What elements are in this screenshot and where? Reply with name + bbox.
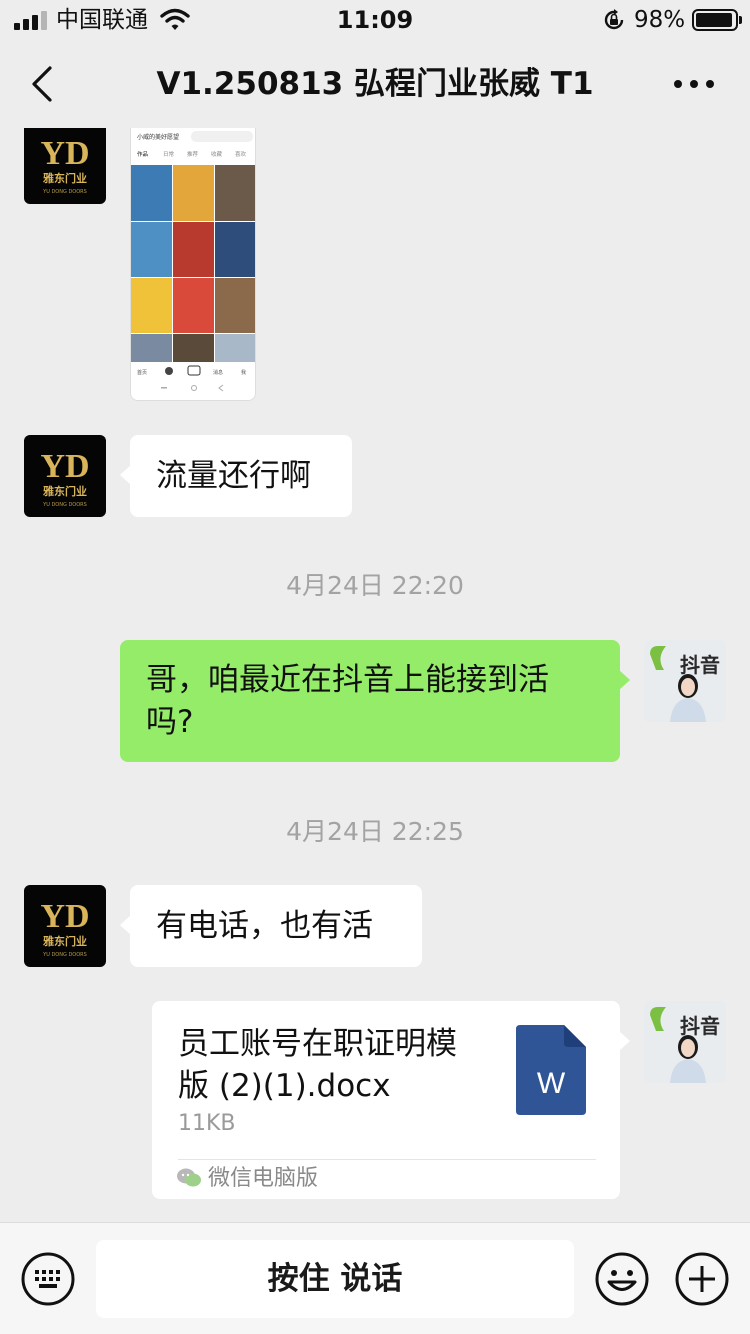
svg-text:YD: YD [40, 448, 89, 485]
hold-to-talk-button[interactable]: 按住 说话 [96, 1240, 574, 1318]
svg-text:雅东门业: 雅东门业 [43, 171, 87, 185]
avatar-image: 抖音 [644, 1001, 726, 1083]
divider [178, 1159, 596, 1160]
svg-text:作品: 作品 [137, 150, 149, 158]
svg-text:抖音: 抖音 [680, 1014, 720, 1038]
screenshot-thumbnail: 小威的美好愿望 作品 日常 推荐 收藏 喜欢 首页 消息 我 [131, 128, 255, 400]
message-bubble[interactable]: 有电话，也有活 [120, 885, 422, 967]
svg-text:推荐: 推荐 [187, 150, 199, 158]
status-bar: 中国联通 11:09 98% [0, 0, 750, 40]
svg-text:雅东门业: 雅东门业 [43, 934, 87, 948]
svg-text:雅东门业: 雅东门业 [43, 484, 87, 498]
svg-text:消息: 消息 [213, 369, 223, 376]
message-list[interactable]: YD 雅东门业 YU DONG DOORS 小威的美好愿望 作品 日常 推荐 收… [0, 128, 750, 1222]
contact-avatar[interactable]: YD 雅东门业 YU DONG DOORS [24, 435, 106, 517]
svg-text:YD: YD [40, 135, 89, 172]
emoji-icon[interactable] [594, 1251, 650, 1307]
svg-text:我: 我 [241, 369, 246, 376]
file-size: 11KB [178, 1111, 236, 1136]
message-text: 哥，咱最近在抖音上能接到活吗? [146, 662, 549, 740]
battery-icon [692, 9, 742, 31]
chevron-left-icon[interactable] [20, 62, 64, 106]
word-document-icon: W [516, 1025, 586, 1115]
message-bubble[interactable]: 哥，咱最近在抖音上能接到活吗? [120, 640, 630, 762]
contact-avatar[interactable]: YD 雅东门业 YU DONG DOORS [24, 885, 106, 967]
avatar-image: 抖音 [644, 640, 726, 722]
svg-text:日常: 日常 [163, 150, 175, 158]
contact-avatar[interactable]: YD 雅东门业 YU DONG DOORS [24, 128, 106, 204]
svg-text:收藏: 收藏 [211, 150, 223, 158]
svg-text:YU DONG DOORS: YU DONG DOORS [42, 952, 87, 958]
chat-header: V1.250813 弘程门业张威 T1 [0, 40, 750, 128]
file-source-label: 微信电脑版 [208, 1166, 319, 1191]
svg-text:YU DONG DOORS: YU DONG DOORS [42, 189, 87, 195]
self-avatar[interactable]: 抖音 [644, 1001, 726, 1083]
self-avatar[interactable]: 抖音 [644, 640, 726, 722]
svg-text:首页: 首页 [137, 369, 147, 376]
svg-text:W: W [537, 1067, 566, 1100]
keyboard-icon[interactable] [20, 1251, 76, 1307]
brand-logo-icon: YD 雅东门业 YU DONG DOORS [40, 135, 89, 195]
message-bubble[interactable]: 流量还行啊 [120, 435, 352, 517]
orientation-lock-icon [604, 9, 624, 30]
chat-title: V1.250813 弘程门业张威 T1 [156, 66, 594, 102]
svg-text:喜欢: 喜欢 [235, 150, 247, 158]
file-name: 员工账号在职证明模版 (2)(1).docx [178, 1026, 457, 1104]
message-text: 流量还行啊 [156, 458, 311, 494]
svg-text:YD: YD [40, 898, 89, 935]
message-text: 有电话，也有活 [156, 908, 373, 944]
brand-logo-icon: YD 雅东门业 YU DONG DOORS [40, 448, 89, 508]
svg-text:YU DONG DOORS: YU DONG DOORS [42, 502, 87, 508]
svg-text:小威的美好愿望: 小威的美好愿望 [137, 133, 179, 141]
timestamp: 4月24日 22:25 [286, 817, 464, 846]
image-message[interactable]: 小威的美好愿望 作品 日常 推荐 收藏 喜欢 首页 消息 我 [130, 128, 256, 401]
svg-text:抖音: 抖音 [680, 653, 720, 677]
battery-percent: 98% [634, 7, 686, 33]
more-icon[interactable] [668, 64, 720, 104]
brand-logo-icon: YD 雅东门业 YU DONG DOORS [40, 898, 89, 958]
input-bar: 按住 说话 [0, 1222, 750, 1334]
file-message[interactable]: 员工账号在职证明模版 (2)(1).docx 11KB W 微信电脑版 [152, 1001, 630, 1199]
wechat-icon [177, 1168, 201, 1187]
timestamp: 4月24日 22:20 [286, 571, 464, 600]
plus-icon[interactable] [674, 1251, 730, 1307]
